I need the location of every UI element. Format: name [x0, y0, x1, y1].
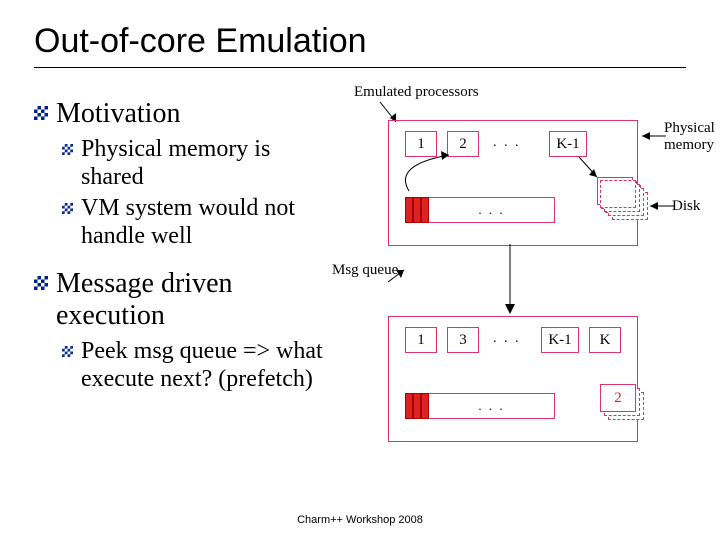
bullet-marker [62, 144, 73, 155]
slide-footer: Charm++ Workshop 2008 [0, 514, 720, 526]
proc-box: K-1 [549, 131, 587, 157]
panel-bottom: 1 3 . . . K-1 K . . . [388, 316, 638, 442]
diagram: Emulated processors Physical memory Disk… [332, 84, 720, 484]
bullet-prefetch: Peek msg queue => what execute next? (pr… [81, 338, 334, 393]
bullet-marker [62, 203, 73, 214]
ellipsis: . . . [493, 135, 521, 151]
proc-box: 3 [447, 327, 479, 353]
bullet-marker [34, 106, 48, 120]
queue-ellipsis: . . . [429, 393, 555, 419]
ellipsis: . . . [493, 331, 521, 347]
bullet-vm: VM system would not handle well [81, 195, 334, 250]
msg-queue: . . . [405, 393, 555, 419]
swap-box-2: 2 [600, 384, 636, 412]
proc-box: 1 [405, 327, 437, 353]
slide-title: Out-of-core Emulation [34, 22, 686, 68]
bullet-phys-mem: Physical memory is shared [81, 136, 334, 191]
label-emulated: Emulated processors [354, 84, 479, 101]
bullet-msg-driven: Message driven execution [56, 268, 334, 332]
bullet-marker [34, 276, 48, 290]
bullet-motivation: Motivation [56, 98, 180, 130]
proc-box: K-1 [541, 327, 579, 353]
label-physmem: Physical memory [664, 120, 720, 154]
label-disk: Disk [672, 198, 700, 215]
text-column: Motivation Physical memory is shared VM … [34, 98, 334, 398]
proc-box: K [589, 327, 621, 353]
bullet-marker [62, 346, 73, 357]
